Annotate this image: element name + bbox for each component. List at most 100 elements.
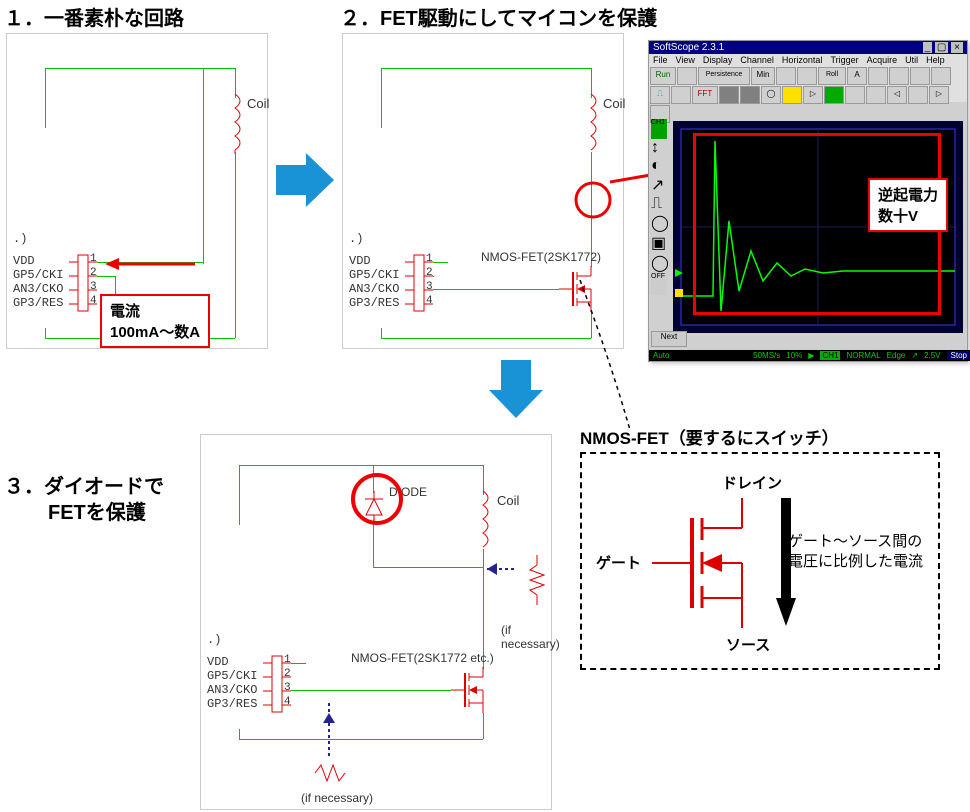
window-close-icon[interactable]: × bbox=[951, 42, 963, 53]
wire2-gndl bbox=[381, 328, 382, 338]
menu-file[interactable]: File bbox=[653, 55, 668, 65]
tb-roll[interactable]: Roll bbox=[818, 67, 846, 85]
nmos-box-title: NMOS-FET（要するにスイッチ） bbox=[580, 424, 839, 449]
callout-current: 電流 100mA〜数A bbox=[100, 294, 210, 348]
tb-pulse[interactable]: ⎍ bbox=[650, 86, 670, 104]
tb-b1[interactable] bbox=[677, 67, 697, 85]
pnum2-4: 4 bbox=[426, 294, 433, 308]
stat-lvl: 2.5V bbox=[924, 351, 940, 360]
tb-A[interactable]: A bbox=[847, 67, 867, 85]
schematic-3-frame: .) VDD GP5/CKI AN3/CKO GP3/RES 1 2 3 4 C… bbox=[200, 434, 552, 810]
tb-b8[interactable] bbox=[671, 86, 691, 104]
coil-symbol-1 bbox=[225, 94, 245, 154]
stat-rate: 50MS/s bbox=[753, 351, 780, 360]
optional-resistor-right bbox=[487, 555, 551, 625]
side-ch1[interactable]: CH1 bbox=[651, 119, 667, 139]
side-off[interactable]: OFF bbox=[651, 273, 667, 295]
side-b2[interactable]: ◐ bbox=[651, 157, 667, 175]
pnum3-2: 2 bbox=[284, 667, 291, 681]
tb-min[interactable]: Min bbox=[751, 67, 775, 85]
tb-b6[interactable] bbox=[910, 67, 930, 85]
side-b7[interactable]: ◯ bbox=[651, 253, 667, 273]
callout-current-l1: 電流 bbox=[110, 300, 200, 321]
wire2-stub bbox=[433, 276, 434, 277]
menu-horizontal[interactable]: Horizontal bbox=[782, 55, 823, 65]
wire-coil-down-1 bbox=[235, 152, 236, 338]
wire3-htop bbox=[239, 465, 483, 466]
scope-menubar[interactable]: File View Display Channel Horizontal Tri… bbox=[649, 54, 967, 66]
menu-help[interactable]: Help bbox=[926, 55, 945, 65]
pin-header-1: .) VDD GP5/CKI AN3/CKO GP3/RES bbox=[13, 232, 63, 310]
pin-gp3: GP3/RES bbox=[13, 296, 63, 310]
stat-edge: Edge bbox=[887, 351, 906, 360]
wire-gndl-1 bbox=[45, 328, 46, 338]
pin-an3-2: AN3/CKO bbox=[349, 282, 399, 296]
pin-an3: AN3/CKO bbox=[13, 282, 63, 296]
window-max-icon[interactable]: ▢ bbox=[935, 42, 948, 53]
coil-label-2: Coil bbox=[603, 96, 625, 111]
wire-pin2-1 bbox=[97, 276, 115, 277]
nmos-drain-label: ドレイン bbox=[722, 472, 782, 493]
wire3-gnd bbox=[239, 739, 483, 740]
tb2-8[interactable] bbox=[866, 86, 886, 104]
tb-pers[interactable]: Persistence bbox=[698, 67, 750, 85]
side-b6[interactable]: ▣ bbox=[651, 233, 667, 253]
tb2-11[interactable]: ▷ bbox=[929, 86, 949, 104]
window-min-icon[interactable]: _ bbox=[923, 42, 933, 53]
menu-trigger[interactable]: Trigger bbox=[830, 55, 858, 65]
heading-3: ３．ダイオードで bbox=[4, 470, 164, 499]
pin-num-col-1: 1 2 3 4 bbox=[90, 252, 97, 308]
scope-titlebar[interactable]: SoftScope 2.3.1 _ ▢ × bbox=[649, 41, 967, 54]
pin-header-2: .) VDD GP5/CKI AN3/CKO GP3/RES bbox=[349, 232, 399, 310]
fet-label-3: NMOS-FET(2SK1772 etc.) bbox=[351, 651, 494, 665]
wire3-vlt bbox=[239, 465, 240, 525]
side-b3[interactable]: ↗ bbox=[651, 175, 667, 195]
wire2-htop bbox=[381, 68, 591, 69]
callout-backemf: 逆起電力 数十V bbox=[868, 178, 948, 232]
coil-label-3: Coil bbox=[497, 493, 519, 508]
wire3-stub bbox=[291, 663, 306, 664]
pin-header-3: .) VDD GP5/CKI AN3/CKO GP3/RES bbox=[207, 633, 257, 711]
menu-view[interactable]: View bbox=[676, 55, 695, 65]
side-b5[interactable]: ◯ bbox=[651, 213, 667, 233]
tb-run[interactable]: Run bbox=[650, 67, 676, 85]
tb2-6[interactable] bbox=[824, 86, 844, 104]
tb2-2[interactable] bbox=[740, 86, 760, 104]
scope-toolbar[interactable]: Run Persistence Min Roll A ⎍ FFT ◯ ▷ ◁ bbox=[649, 66, 967, 102]
stat-stop[interactable]: Stop bbox=[947, 351, 970, 360]
tb-fft[interactable]: FFT bbox=[692, 86, 718, 104]
current-arrow-1 bbox=[105, 254, 197, 274]
menu-util[interactable]: Util bbox=[905, 55, 918, 65]
tb-b7[interactable] bbox=[931, 67, 951, 85]
tb2-1[interactable] bbox=[719, 86, 739, 104]
pin-gp5-2: GP5/CKI bbox=[349, 268, 399, 282]
menu-display[interactable]: Display bbox=[703, 55, 733, 65]
pin-jlabel-2: .) bbox=[349, 232, 399, 246]
pin-gp5: GP5/CKI bbox=[13, 268, 63, 282]
stat-ch: CH1 bbox=[820, 351, 840, 360]
tb-b3[interactable] bbox=[797, 67, 817, 85]
coil-label-1: Coil bbox=[247, 96, 269, 111]
tb2-10[interactable] bbox=[908, 86, 928, 104]
tb2-7[interactable] bbox=[845, 86, 865, 104]
wire-v1 bbox=[203, 68, 204, 264]
coil-symbol-2 bbox=[581, 94, 601, 154]
side-b1[interactable]: ↕ bbox=[651, 139, 667, 157]
side-b4[interactable]: ⎍ bbox=[651, 195, 667, 213]
optional-resistor-bottom bbox=[309, 703, 349, 793]
tb2-4[interactable] bbox=[782, 86, 802, 104]
scope-next[interactable]: Next bbox=[651, 331, 687, 347]
menu-channel[interactable]: Channel bbox=[740, 55, 774, 65]
pin-num-2: 2 bbox=[90, 266, 97, 280]
heading-2: ２．FET駆動にしてマイコンを保護 bbox=[340, 2, 657, 31]
tb-b2[interactable] bbox=[776, 67, 796, 85]
pin-gp3-2: GP3/RES bbox=[349, 296, 399, 310]
stat-pct: 10% bbox=[786, 351, 802, 360]
menu-acquire[interactable]: Acquire bbox=[867, 55, 898, 65]
tb2-3[interactable]: ◯ bbox=[761, 86, 781, 104]
tb-b5[interactable] bbox=[889, 67, 909, 85]
tb2-5[interactable]: ▷ bbox=[803, 86, 823, 104]
tb2-9[interactable]: ◁ bbox=[887, 86, 907, 104]
tb-b4[interactable] bbox=[868, 67, 888, 85]
pnum3-3: 3 bbox=[284, 681, 291, 695]
